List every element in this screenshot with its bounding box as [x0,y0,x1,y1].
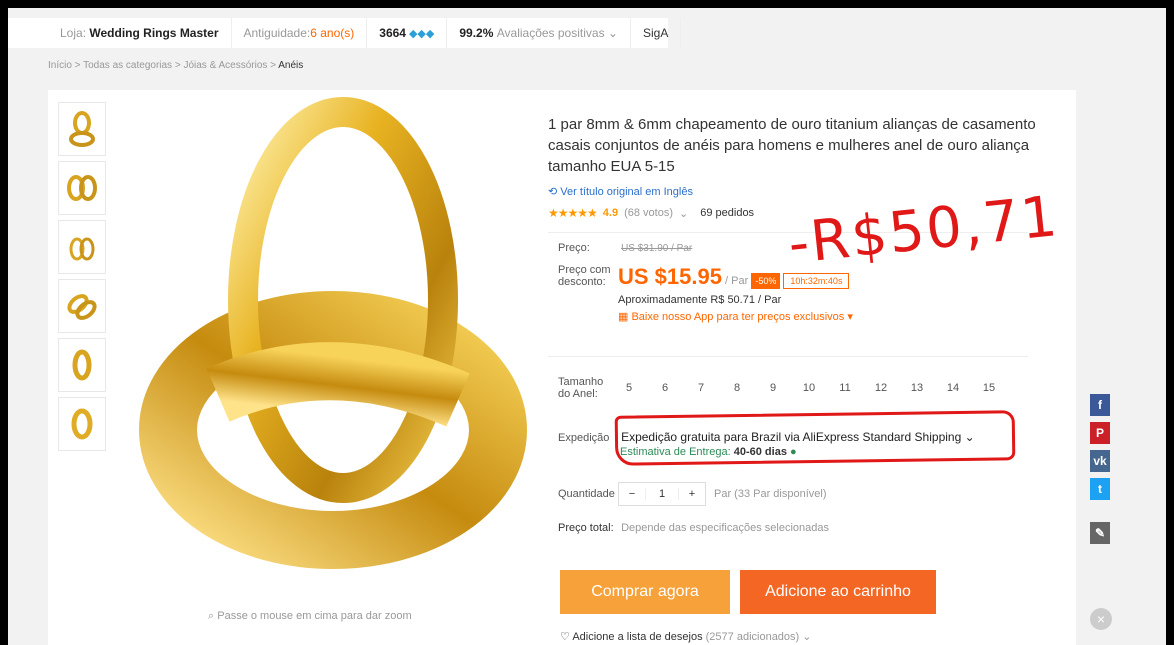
add-to-cart-button[interactable]: Adicione ao carrinho [740,570,936,614]
size-option[interactable]: 11 [834,377,856,399]
close-icon[interactable]: × [1090,608,1112,630]
share-bar: f P vk t ✎ [1090,394,1112,550]
chevron-down-icon: ⌄ [679,207,689,220]
total-row: Preço total: Depende das especificações … [558,522,829,534]
sale-price: US $15.95 [618,264,722,289]
size-option[interactable]: 6 [654,377,676,399]
size-option[interactable]: 12 [870,377,892,399]
store-name[interactable]: Loja: Wedding Rings Master [48,18,232,48]
qr-code-icon: ▦ [618,311,629,323]
quantity-row: Quantidade − 1 + Par (33 Par disponível) [558,482,827,506]
thumbnail[interactable] [58,220,106,274]
star-rating-icon: ★★★★★ [548,206,598,220]
vk-icon[interactable]: vk [1090,450,1110,472]
store-feedback[interactable]: 99.2% Avaliações positivas ⌄ [447,18,631,48]
search-icon: ⌕ [208,610,215,622]
thumbnail-list [58,102,110,456]
translate-icon: ⟲ [548,186,558,198]
thumbnail[interactable] [58,279,106,333]
zoom-hint: ⌕ Passe o mouse em cima para dar zoom [208,610,412,622]
chevron-down-icon: ⌄ [802,631,812,643]
thumbnail[interactable] [58,338,106,392]
edit-icon[interactable]: ✎ [1090,522,1110,544]
size-option[interactable]: 5 [618,377,640,399]
thumbnail[interactable] [58,397,106,451]
app-promo-link[interactable]: ▦ Baixe nosso App para ter preços exclus… [618,310,853,323]
twitter-icon[interactable]: t [1090,478,1110,500]
size-option[interactable]: 8 [726,377,748,399]
product-title: 1 par 8mm & 6mm chapeamento de ouro tita… [548,116,1036,175]
breadcrumb: Início > Todas as categorias > Jóias & A… [48,60,304,71]
wishlist-link[interactable]: ♡ Adicione a lista de desejos (2577 adic… [560,630,812,643]
product-card: ⌕ Passe o mouse em cima para dar zoom 1 … [48,90,1076,645]
chevron-down-icon: ▾ [847,311,853,323]
size-option[interactable]: 7 [690,377,712,399]
increase-button[interactable]: + [679,488,705,500]
heart-icon: ♡ [560,631,570,643]
thumbnail[interactable] [58,102,106,156]
page: Loja: Wedding Rings Master Antiguidade: … [8,8,1166,645]
discount-badge: -50% [751,273,781,289]
size-option[interactable]: 15 [978,377,1000,399]
shipping-highlight-outline [614,410,1016,466]
size-option[interactable]: 9 [762,377,784,399]
size-selector: Tamanho do Anel: 5 6 7 8 9 10 11 12 13 14… [558,376,1000,400]
follow-store[interactable]: SigA [631,18,682,48]
thumbnail[interactable] [58,161,106,215]
quantity-input[interactable]: 1 [645,488,679,500]
buy-now-button[interactable]: Comprar agora [560,570,730,614]
size-option[interactable]: 14 [942,377,964,399]
store-score[interactable]: 3664 ◆◆◆ [367,18,448,48]
decrease-button[interactable]: − [619,488,645,500]
chevron-down-icon: ⌄ [604,26,618,40]
size-option[interactable]: 13 [906,377,928,399]
divider [548,356,1028,357]
store-seniority: Antiguidade: 6 ano(s) [232,18,368,48]
diamond-icon: ◆◆◆ [408,27,435,40]
size-options: 5 6 7 8 9 10 11 12 13 14 15 [618,377,1000,399]
quantity-stepper: − 1 + [618,482,706,506]
store-bar: Loja: Wedding Rings Master Antiguidade: … [8,18,682,48]
pinterest-icon[interactable]: P [1090,422,1110,444]
facebook-icon[interactable]: f [1090,394,1110,416]
original-price-row: Preço: US $31.90 / Par [558,242,693,254]
size-option[interactable]: 10 [798,377,820,399]
product-image[interactable] [128,90,548,610]
